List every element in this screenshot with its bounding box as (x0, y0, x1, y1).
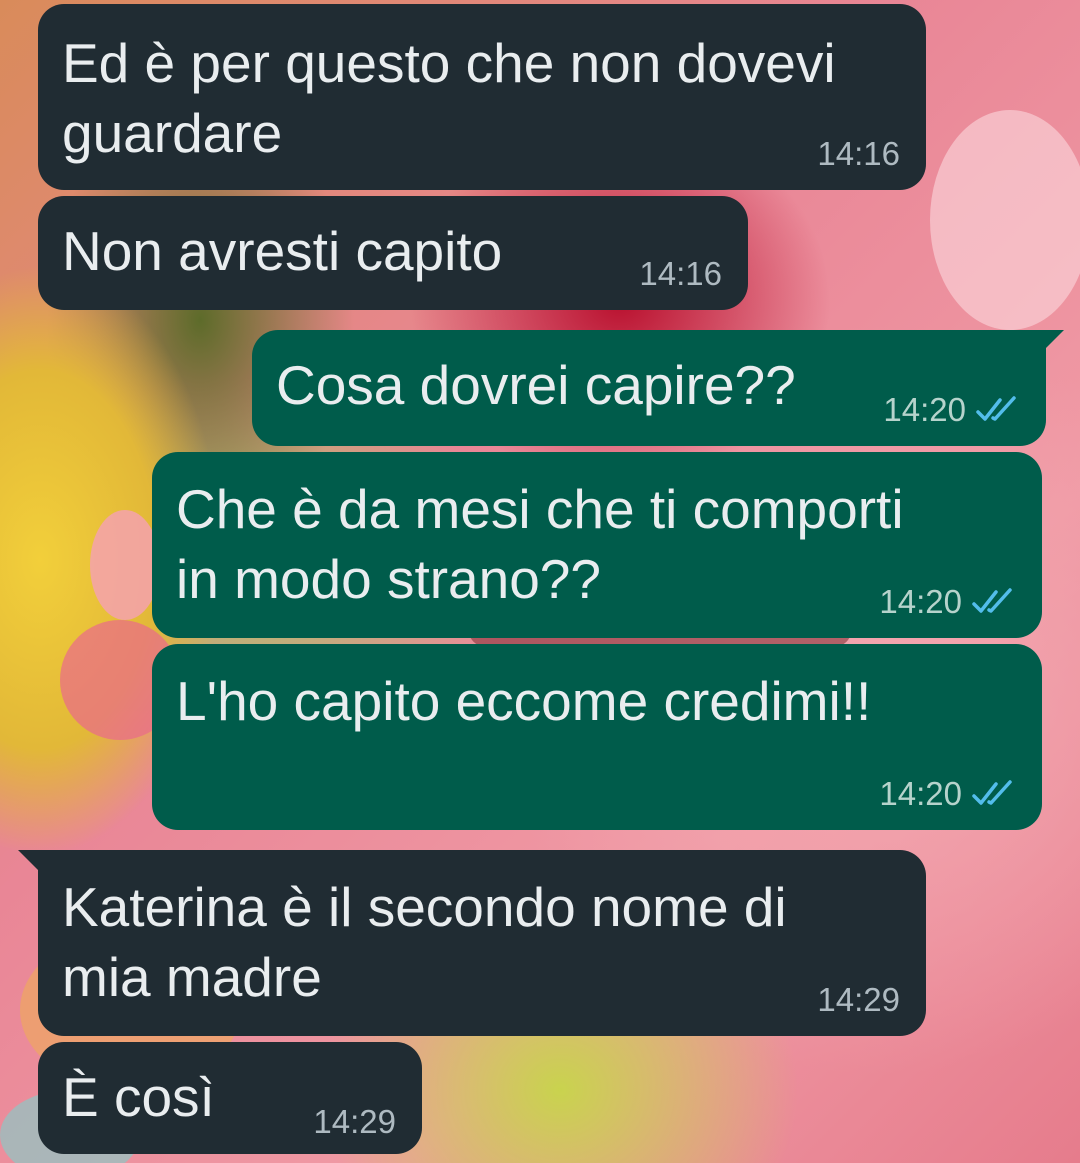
message-text: Ed è per questo che non dovevi guardare (62, 32, 836, 164)
message-text: Cosa dovrei capire?? (276, 354, 796, 416)
message-text: Non avresti capito (62, 220, 503, 282)
message-timestamp: 14:16 (817, 135, 900, 172)
message-bubble-outgoing[interactable]: L'ho capito eccome credimi!! 14:20 (152, 644, 1042, 830)
message-bubble-outgoing[interactable]: Cosa dovrei capire?? 14:20 (252, 330, 1046, 446)
message-bubble-incoming[interactable]: È così 14:29 (38, 1042, 422, 1154)
message-text: È così (62, 1066, 215, 1128)
message-timestamp: 14:20 (883, 391, 966, 428)
message-timestamp: 14:20 (879, 583, 962, 620)
message-timestamp: 14:29 (817, 981, 900, 1018)
double-check-icon (976, 396, 1016, 421)
message-bubble-incoming[interactable]: Katerina è il secondo nome di mia madre … (38, 850, 926, 1036)
message-text: Katerina è il secondo nome di mia madre (62, 876, 787, 1008)
message-bubble-incoming[interactable]: Non avresti capito 14:16 (38, 196, 748, 310)
double-check-icon (972, 588, 1012, 613)
message-text: L'ho capito eccome credimi!! (176, 670, 872, 732)
double-check-icon (972, 780, 1012, 805)
message-bubble-incoming[interactable]: Ed è per questo che non dovevi guardare … (38, 4, 926, 190)
message-text: Che è da mesi che ti comporti in modo st… (176, 478, 904, 610)
message-timestamp: 14:20 (879, 775, 962, 812)
message-timestamp: 14:29 (313, 1103, 396, 1140)
message-timestamp: 14:16 (639, 255, 722, 292)
message-bubble-outgoing[interactable]: Che è da mesi che ti comporti in modo st… (152, 452, 1042, 638)
